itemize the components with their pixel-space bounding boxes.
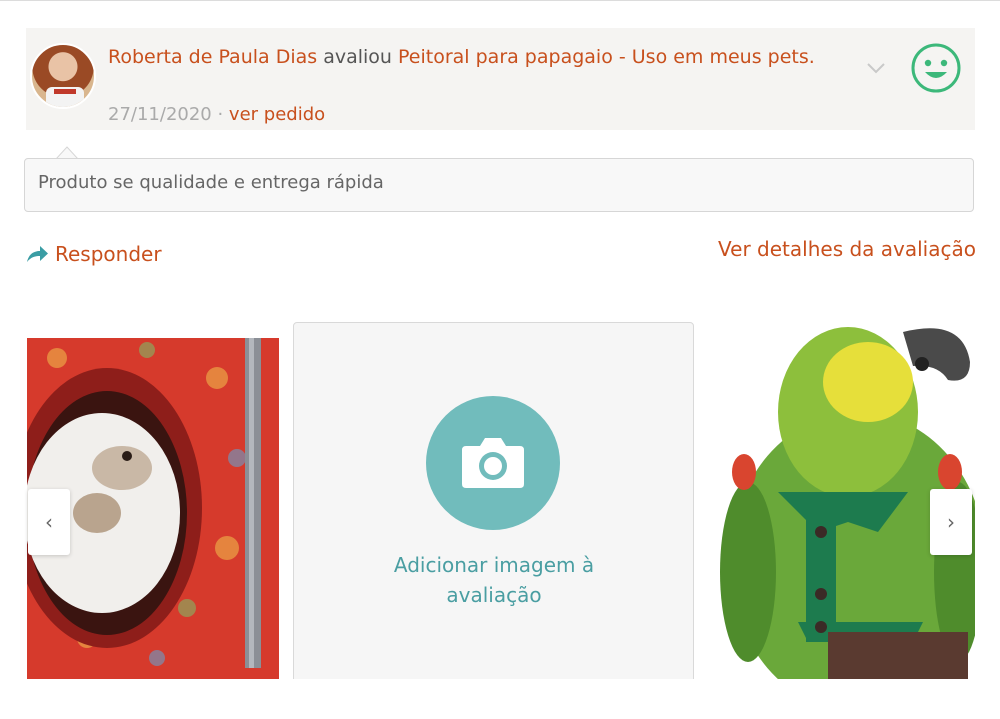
add-image-label-line2: avaliação (446, 583, 542, 607)
reply-arrow-icon (27, 246, 48, 262)
gallery-prev-button[interactable]: ‹ (28, 489, 70, 555)
view-review-details-link[interactable]: Ver detalhes da avaliação (718, 237, 976, 261)
product-title-link[interactable]: Peitoral para papagaio - Uso em meus pet… (398, 46, 815, 68)
happy-face-icon (911, 43, 961, 93)
avatar-collar (54, 89, 76, 94)
review-headline: Roberta de Paula Dias avaliou Peitoral p… (108, 42, 858, 72)
reply-button[interactable]: Responder (25, 240, 162, 268)
review-meta: 27/11/2020 · ver pedido (108, 102, 325, 128)
camera-icon (462, 438, 524, 488)
add-image-label-line1: Adicionar imagem à (393, 553, 595, 577)
chevron-down-icon[interactable] (866, 60, 886, 76)
gallery-next-button[interactable]: › (930, 489, 972, 555)
view-order-link[interactable]: ver pedido (229, 104, 325, 125)
chevron-left-icon: ‹ (45, 510, 53, 534)
reviewer-name-link[interactable]: Roberta de Paula Dias (108, 46, 317, 68)
top-divider (0, 0, 1000, 1)
review-date: 27/11/2020 (108, 104, 212, 125)
action-text: avaliou (317, 46, 399, 68)
chevron-right-icon: › (947, 510, 955, 534)
reply-label: Responder (55, 242, 162, 266)
review-comment-text: Produto se qualidade e entrega rápida (38, 172, 384, 193)
bottom-fade (0, 679, 1000, 719)
reviewer-avatar[interactable] (30, 43, 96, 109)
add-image-label[interactable]: Adicionar imagem à avaliação (294, 550, 694, 610)
meta-separator: · (211, 104, 229, 125)
